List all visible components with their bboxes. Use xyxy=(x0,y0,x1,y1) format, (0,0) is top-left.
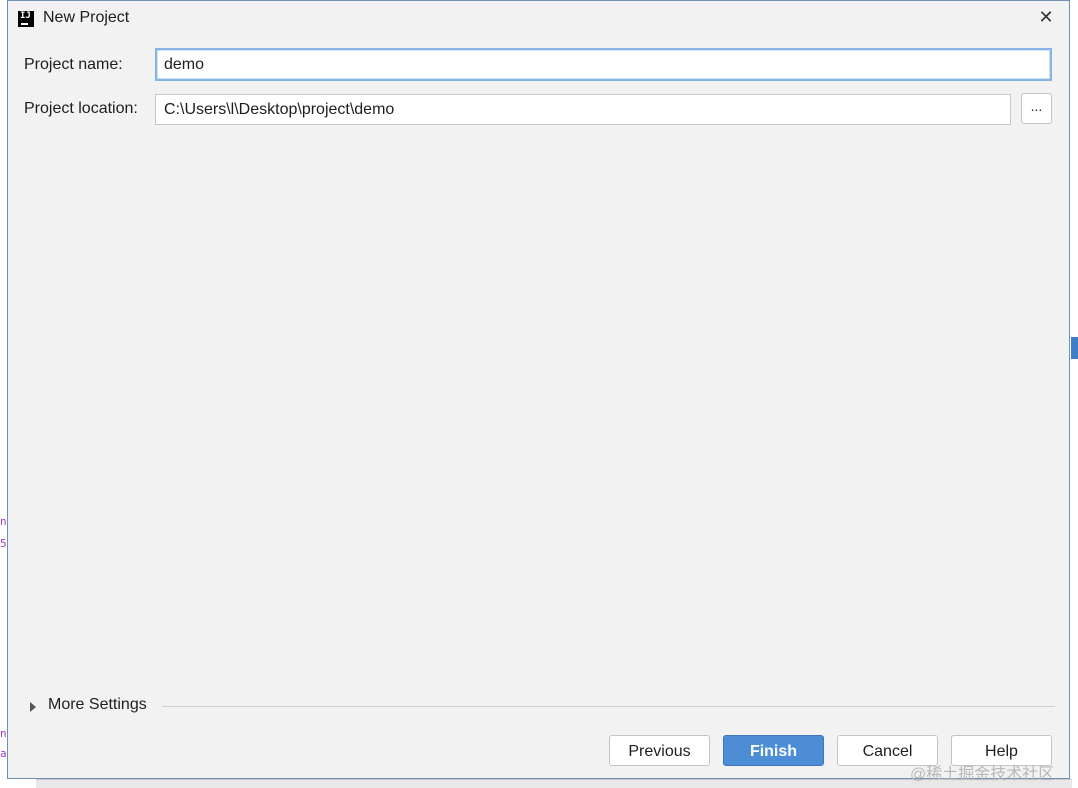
app-icon-text: IJ xyxy=(20,11,31,21)
intellij-icon: IJ xyxy=(18,11,34,27)
previous-button[interactable]: Previous xyxy=(609,735,710,766)
dialog-titlebar: IJ New Project ✕ xyxy=(8,1,1069,37)
finish-button[interactable]: Finish xyxy=(723,735,824,766)
expand-triangle-icon xyxy=(30,702,36,712)
close-button[interactable]: ✕ xyxy=(1032,5,1060,29)
close-icon: ✕ xyxy=(1038,7,1054,27)
project-name-label: Project name: xyxy=(24,56,123,73)
project-location-input[interactable] xyxy=(155,94,1011,125)
dialog-title: New Project xyxy=(43,9,130,26)
project-location-label: Project location: xyxy=(24,100,138,117)
background-code-fragment: a xyxy=(0,747,7,760)
browse-location-button[interactable]: ... xyxy=(1021,93,1052,124)
more-settings-divider xyxy=(162,706,1055,707)
more-settings-label: More Settings xyxy=(48,696,147,713)
watermark-text: @稀土掘金技术社区 xyxy=(910,766,1055,783)
background-scrollbar-accent xyxy=(1071,337,1078,359)
project-name-input[interactable] xyxy=(155,48,1052,81)
new-project-dialog: IJ New Project ✕ Project name: Project l… xyxy=(7,0,1070,779)
